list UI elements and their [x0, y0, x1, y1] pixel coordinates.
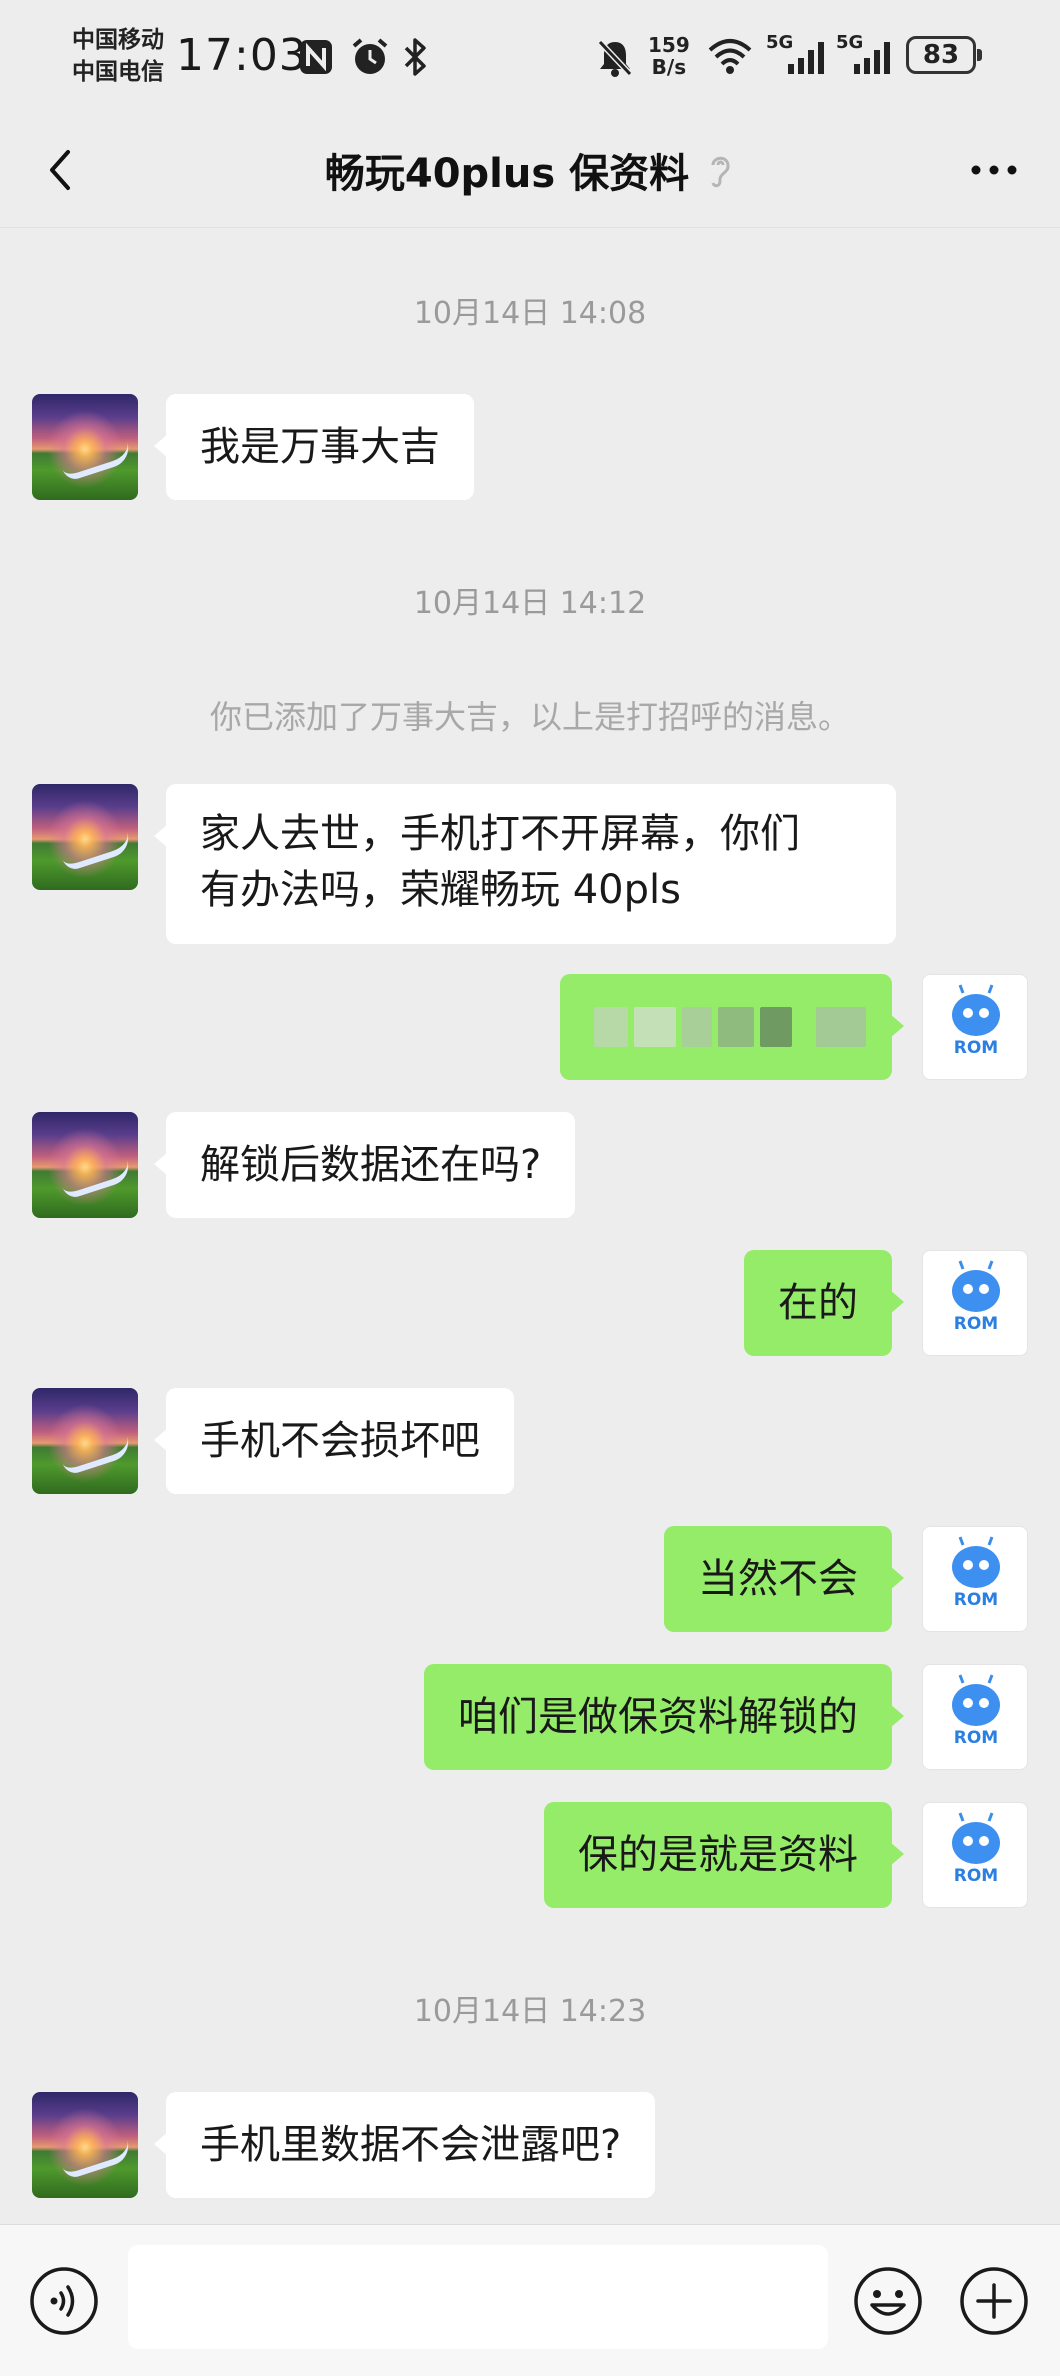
message-bubble[interactable]: 当然不会	[664, 1526, 904, 1632]
message-input[interactable]	[128, 2245, 828, 2349]
message-bubble[interactable]: 保的是就是资料	[544, 1802, 904, 1908]
battery-indicator: 83	[906, 36, 982, 74]
message-bubble[interactable]: 我是万事大吉	[154, 394, 474, 500]
message-text: 我是万事大吉	[200, 424, 440, 470]
robot-avatar[interactable]: ROM	[922, 974, 1028, 1080]
system-message: 你已添加了万事大吉，以上是打招呼的消息。	[209, 698, 850, 736]
avatar[interactable]	[32, 394, 138, 500]
mute-icon	[597, 39, 633, 77]
message-text: 在的	[778, 1280, 858, 1326]
message-text: 保的是就是资料	[578, 1832, 858, 1878]
timestamp: 10月14日 14:23	[413, 1994, 647, 2029]
alarm-icon	[352, 38, 388, 74]
net-speed: 159 B/s	[648, 34, 690, 78]
robot-icon: ROM	[952, 1536, 1000, 1610]
signal-icon	[854, 42, 890, 74]
timestamp: 10月14日 14:12	[413, 586, 647, 621]
earpiece-icon	[711, 156, 730, 188]
robot-avatar[interactable]: ROM	[922, 1526, 1028, 1632]
chat-area[interactable]: 10月14日 14:08 我是万事大吉 10月14日 14:12 你已添加了万事…	[0, 228, 1060, 2224]
message-bubble[interactable]: 咱们是做保资料解锁的	[424, 1664, 904, 1770]
bluetooth-icon	[404, 38, 426, 76]
message-bubble[interactable]: 手机不会损坏吧	[154, 1388, 514, 1494]
status-time: 17:03	[176, 30, 308, 81]
robot-label: ROM	[954, 1590, 998, 1610]
avatar[interactable]	[32, 2092, 138, 2198]
input-bar	[0, 2224, 1060, 2376]
message-text-line1: 家人去世，手机打不开屏幕，你们	[200, 811, 800, 857]
message-bubble[interactable]: 手机里数据不会泄露吧?	[153, 2092, 656, 2198]
plus-icon[interactable]	[958, 2265, 1030, 2337]
net-speed-value: 159	[648, 33, 690, 57]
status-bar: 中国移动 中国电信 17:03 159 B/s 5G 5G 83	[0, 0, 1060, 118]
page-title[interactable]: 畅玩40plus 保资料	[325, 141, 689, 199]
message-text: 手机里数据不会泄露吧?	[200, 2122, 622, 2168]
robot-avatar[interactable]: ROM	[922, 1250, 1028, 1356]
robot-label: ROM	[954, 1866, 998, 1886]
robot-icon: ROM	[952, 1260, 1000, 1334]
signal-icon	[788, 42, 824, 74]
message-bubble[interactable]: 在的	[744, 1250, 904, 1356]
message-bubble-redacted[interactable]	[560, 974, 904, 1080]
robot-label: ROM	[954, 1314, 998, 1334]
carrier-1: 中国移动	[72, 27, 164, 53]
message-text: 手机不会损坏吧	[200, 1418, 480, 1464]
emoji-icon[interactable]	[852, 2265, 924, 2337]
title-wrap: 畅玩40plus 保资料	[0, 140, 1060, 200]
robot-label: ROM	[954, 1038, 998, 1058]
message-text: 咱们是做保资料解锁的	[458, 1694, 858, 1740]
avatar[interactable]	[32, 784, 138, 890]
avatar[interactable]	[32, 1388, 138, 1494]
robot-label: ROM	[954, 1728, 998, 1748]
voice-icon[interactable]	[28, 2265, 100, 2337]
robot-icon: ROM	[952, 984, 1000, 1058]
message-bubble[interactable]: 家人去世，手机打不开屏幕，你们 有办法吗，荣耀畅玩 40pls	[154, 784, 896, 944]
robot-avatar[interactable]: ROM	[922, 1802, 1028, 1908]
message-bubble[interactable]: 解锁后数据还在吗?	[153, 1112, 576, 1218]
carrier-info: 中国移动 中国电信	[72, 24, 164, 88]
redacted-content	[594, 1007, 866, 1047]
chat-header: 畅玩40plus 保资料	[0, 118, 1060, 228]
robot-icon: ROM	[952, 1674, 1000, 1748]
message-text: 解锁后数据还在吗?	[200, 1142, 542, 1188]
carrier-2: 中国电信	[72, 59, 164, 85]
avatar[interactable]	[32, 1112, 138, 1218]
robot-avatar[interactable]: ROM	[922, 1664, 1028, 1770]
net-speed-unit: B/s	[651, 55, 687, 79]
timestamp: 10月14日 14:08	[413, 296, 647, 331]
message-text-line2: 有办法吗，荣耀畅玩 40pls	[200, 867, 681, 913]
message-text: 当然不会	[698, 1556, 858, 1602]
robot-icon: ROM	[952, 1812, 1000, 1886]
nfc-icon	[300, 40, 332, 74]
more-icon[interactable]	[964, 140, 1024, 200]
wifi-icon	[708, 39, 752, 74]
